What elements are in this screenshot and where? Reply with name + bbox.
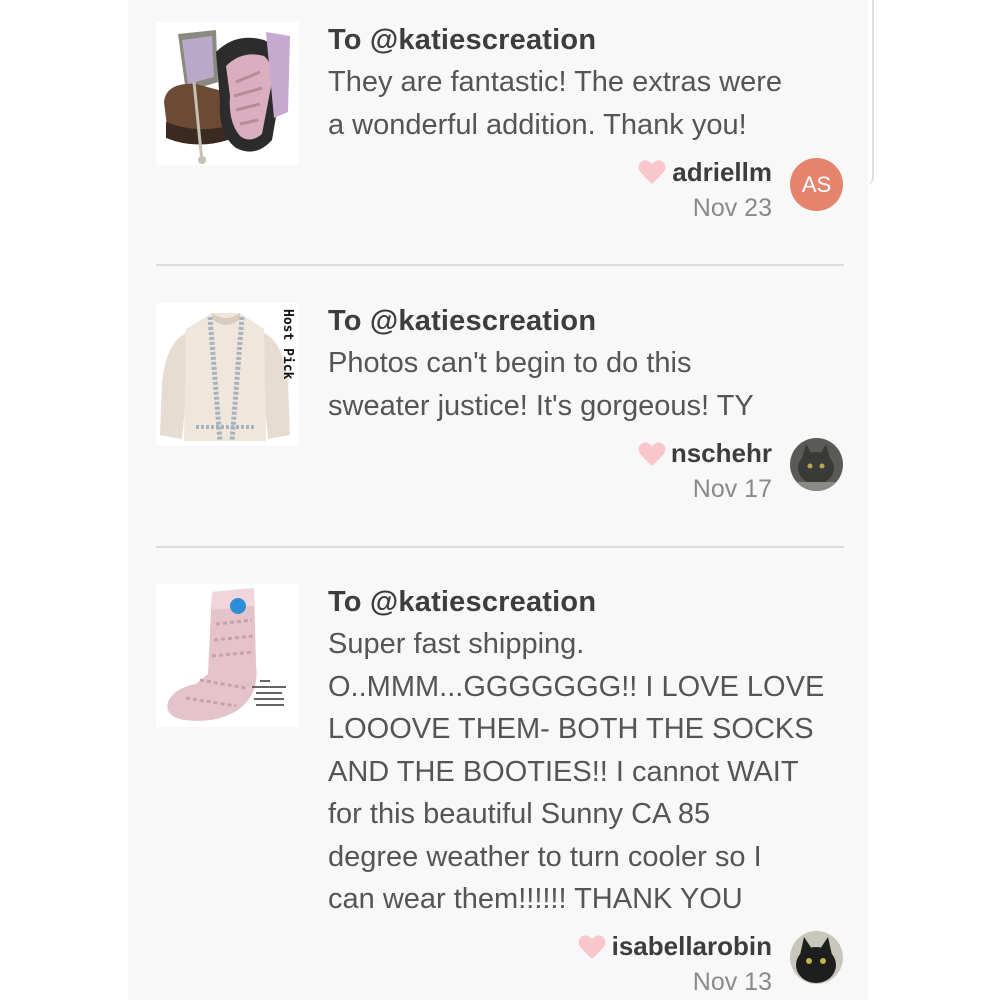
avatar[interactable] bbox=[790, 931, 843, 984]
host-pick-badge: Host Pick bbox=[280, 309, 295, 380]
review-comment: They are fantastic! The extras were a wo… bbox=[328, 61, 848, 146]
feedback-list: To @katiescreation They are fantastic! T… bbox=[128, 0, 868, 1000]
comment-line: They are fantastic! The extras were bbox=[328, 66, 783, 98]
review-comment: Photos can't begin to do this sweater ju… bbox=[328, 342, 848, 427]
comment-line: sweater justice! It's gorgeous! TY bbox=[328, 389, 754, 422]
comment-line: a wonderful addition. Thank you! bbox=[328, 108, 747, 141]
review-recipient[interactable]: To @katiescreation bbox=[328, 24, 596, 57]
boots-image bbox=[156, 22, 299, 165]
sweater-image bbox=[156, 303, 299, 446]
review-card: To @katiescreation Super fast shipping. … bbox=[128, 548, 868, 1000]
listing-thumbnail-boots[interactable] bbox=[156, 22, 299, 165]
review-date: Nov 17 bbox=[692, 475, 772, 503]
review-recipient[interactable]: To @katiescreation bbox=[328, 586, 596, 619]
avatar-cat-image bbox=[790, 438, 843, 491]
reviewer-username[interactable]: isabellarobin bbox=[612, 931, 772, 962]
avatar-cat-image bbox=[790, 931, 843, 984]
review-comment: Super fast shipping. O..MMM...GGGGGGG!! … bbox=[328, 623, 848, 921]
comment-line: Super fast shipping. bbox=[328, 628, 585, 660]
review-card: Host Pick To @katiescreation Photos can'… bbox=[128, 266, 868, 548]
avatar[interactable]: AS bbox=[790, 158, 843, 211]
comment-line: degree weather to turn cooler so I bbox=[328, 840, 762, 873]
avatar[interactable] bbox=[790, 438, 843, 491]
scroll-edge bbox=[864, 0, 874, 185]
listing-thumbnail-sweater[interactable]: Host Pick bbox=[156, 303, 299, 446]
comment-line: for this beautiful Sunny CA 85 bbox=[328, 798, 711, 830]
reviewer-username[interactable]: adriellm bbox=[672, 157, 772, 188]
comment-line: LOOOVE THEM- BOTH THE SOCKS bbox=[328, 713, 814, 745]
socks-image bbox=[156, 584, 299, 727]
comment-line: O..MMM...GGGGGGG!! I LOVE LOVE bbox=[328, 670, 825, 703]
comment-line: Photos can't begin to do this bbox=[328, 347, 692, 379]
reviewer-username[interactable]: nschehr bbox=[671, 438, 772, 469]
review-recipient[interactable]: To @katiescreation bbox=[328, 305, 596, 338]
comment-line: AND THE BOOTIES!! I cannot WAIT bbox=[328, 755, 799, 788]
heart-icon[interactable] bbox=[638, 441, 666, 467]
review-date: Nov 13 bbox=[692, 968, 772, 996]
listing-thumbnail-socks[interactable] bbox=[156, 584, 299, 727]
comment-line: can wear them!!!!!! THANK YOU bbox=[328, 883, 743, 915]
review-card: To @katiescreation They are fantastic! T… bbox=[128, 0, 868, 266]
review-date: Nov 23 bbox=[692, 194, 772, 222]
heart-icon[interactable] bbox=[578, 934, 606, 960]
heart-icon[interactable] bbox=[638, 159, 666, 185]
